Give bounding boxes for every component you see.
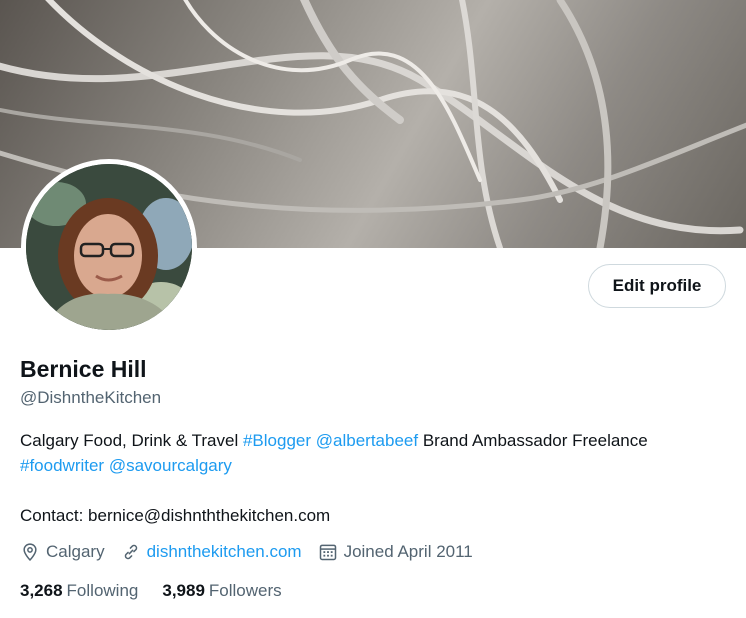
location-item: Calgary [20, 542, 105, 562]
website-link[interactable]: dishnthekitchen.com [147, 542, 302, 562]
hashtag-foodwriter[interactable]: #foodwriter [20, 456, 104, 475]
profile-meta: Calgary dishnthekitchen.com Joined April… [20, 540, 489, 564]
profile-name: Bernice Hill [20, 356, 147, 382]
followers-count: 3,989 [162, 581, 205, 600]
calendar-icon [319, 544, 336, 561]
location-text: Calgary [46, 542, 105, 561]
joined-text: Joined April 2011 [343, 542, 473, 561]
link-icon [124, 544, 137, 560]
bio-text: Calgary Food, Drink & Travel [20, 431, 243, 450]
bio-contact: Contact: bernice@dishnththekitchen.com [20, 506, 331, 525]
website-item[interactable]: dishnthekitchen.com [121, 542, 302, 562]
following-link[interactable]: 3,268 Following [20, 581, 138, 601]
profile-handle: @DishntheKitchen [20, 388, 162, 407]
followers-label: Followers [208, 581, 282, 600]
followers-link[interactable]: 3,989 Followers [162, 581, 281, 601]
follow-counts: 3,268 Following 3,989 Followers [20, 581, 306, 601]
following-count: 3,268 [20, 581, 63, 600]
profile-avatar[interactable] [21, 159, 197, 335]
mention-albertabeef[interactable]: @albertabeef [316, 431, 418, 450]
profile-bio: Calgary Food, Drink & Travel #Blogger @a… [20, 428, 720, 528]
joined-item: Joined April 2011 [318, 542, 473, 562]
location-icon [23, 543, 37, 561]
bio-text-rest: Brand Ambassador Freelance [418, 431, 648, 450]
hashtag-blogger[interactable]: #Blogger [243, 431, 311, 450]
avatar-photo [26, 164, 192, 330]
mention-savourcalgary[interactable]: @savourcalgary [109, 456, 232, 475]
edit-profile-button[interactable]: Edit profile [588, 264, 726, 308]
following-label: Following [66, 581, 139, 600]
